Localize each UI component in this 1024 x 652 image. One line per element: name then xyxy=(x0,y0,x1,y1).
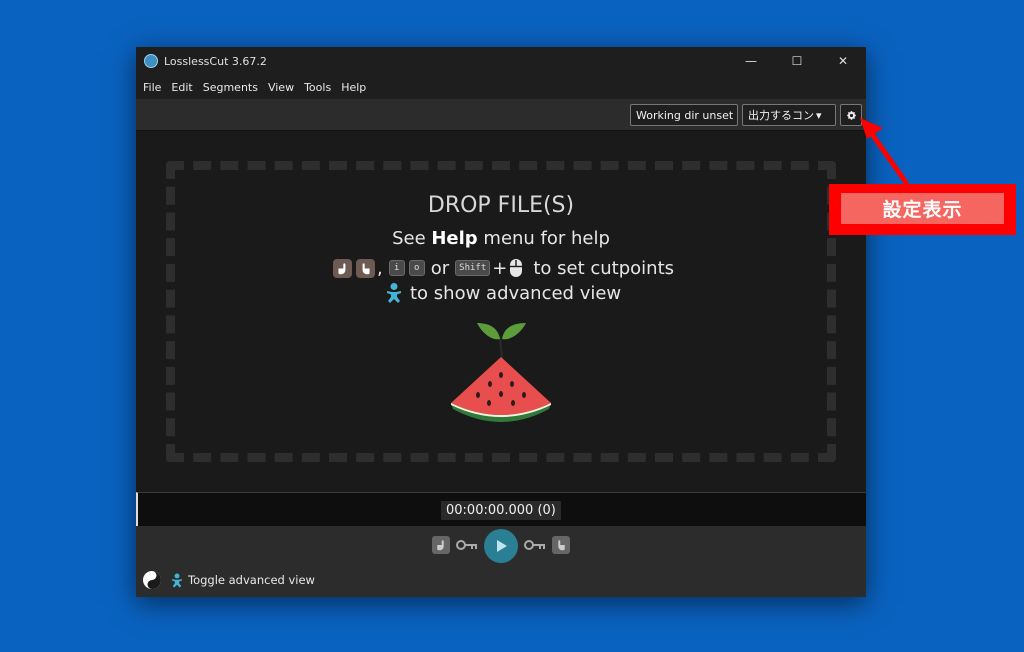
mouse-icon xyxy=(510,259,523,277)
minimize-button[interactable]: — xyxy=(728,47,774,75)
help-prefix: See xyxy=(392,228,432,249)
working-dir-button[interactable]: Working dir unset xyxy=(630,104,738,126)
hand-left-icon xyxy=(333,258,352,278)
jump-cut-end-button[interactable] xyxy=(552,536,570,554)
menu-tools[interactable]: Tools xyxy=(299,81,336,94)
annotation-callout: 設定表示 xyxy=(829,184,1016,235)
hand-right-icon xyxy=(356,258,375,278)
title-bar: LosslessCut 3.67.2 — ☐ ✕ xyxy=(136,47,866,75)
close-button[interactable]: ✕ xyxy=(820,47,866,75)
toggle-advanced-view-label: Toggle advanced view xyxy=(188,573,315,587)
output-format-label: 出力するコン xyxy=(748,109,814,122)
drop-title: DROP FILE(S) xyxy=(427,193,575,218)
watermelon-logo-icon xyxy=(451,323,551,422)
help-suffix: menu for help xyxy=(477,228,610,249)
baby-icon xyxy=(172,573,182,587)
timeline[interactable]: 00:00:00.000 (0) xyxy=(136,492,866,526)
top-toolbar: Working dir unset 出力するコン ▾ xyxy=(136,99,866,131)
help-hint: See Help menu for help xyxy=(136,228,866,249)
play-icon xyxy=(497,540,507,552)
or-text: or xyxy=(430,257,450,279)
key-i: i xyxy=(388,260,405,276)
advanced-view-hint: to show advanced view xyxy=(384,281,621,305)
cutpoint-text: to set cutpoints xyxy=(533,257,675,279)
key-start-icon[interactable] xyxy=(456,539,478,551)
settings-button[interactable] xyxy=(840,104,862,126)
theme-toggle-icon[interactable] xyxy=(142,570,162,590)
menu-edit[interactable]: Edit xyxy=(166,81,197,94)
separator-comma: , xyxy=(377,257,383,279)
current-time-display: 00:00:00.000 (0) xyxy=(441,501,561,520)
help-menu-emphasis: Help xyxy=(431,228,478,249)
bottom-status-bar: Toggle advanced view xyxy=(142,570,315,590)
key-shift: Shift xyxy=(455,260,491,276)
menu-view[interactable]: View xyxy=(263,81,299,94)
window-title: LosslessCut 3.67.2 xyxy=(164,54,267,68)
menu-help[interactable]: Help xyxy=(336,81,371,94)
drop-zone[interactable]: DROP FILE(S) See Help menu for help , i … xyxy=(136,131,866,492)
key-end-icon[interactable] xyxy=(524,539,546,551)
output-format-select[interactable]: 出力するコン ▾ xyxy=(742,104,836,126)
window-controls: — ☐ ✕ xyxy=(728,47,866,75)
menu-bar: File Edit Segments View Tools Help xyxy=(136,75,866,99)
advanced-view-text: to show advanced view xyxy=(410,282,622,304)
maximize-button[interactable]: ☐ xyxy=(774,47,820,75)
hand-right-icon xyxy=(558,540,565,551)
baby-icon xyxy=(387,283,401,303)
hand-left-icon xyxy=(437,540,444,551)
jump-cut-start-button[interactable] xyxy=(432,536,450,554)
annotation-label: 設定表示 xyxy=(841,193,1004,224)
menu-file[interactable]: File xyxy=(138,81,166,94)
menu-segments[interactable]: Segments xyxy=(198,81,263,94)
playback-controls: Toggle advanced view xyxy=(136,526,866,597)
chevron-down-icon: ▾ xyxy=(816,108,822,122)
gear-icon xyxy=(846,110,856,120)
key-o: o xyxy=(408,260,425,276)
cutpoint-hint: , i o or Shift + to set cutpoints xyxy=(331,257,674,279)
toggle-advanced-view-button[interactable]: Toggle advanced view xyxy=(170,572,315,589)
app-window: LosslessCut 3.67.2 — ☐ ✕ File Edit Segme… xyxy=(136,47,866,597)
app-logo-icon xyxy=(144,54,158,68)
play-button[interactable] xyxy=(484,529,518,563)
plus-sign: + xyxy=(492,257,508,279)
